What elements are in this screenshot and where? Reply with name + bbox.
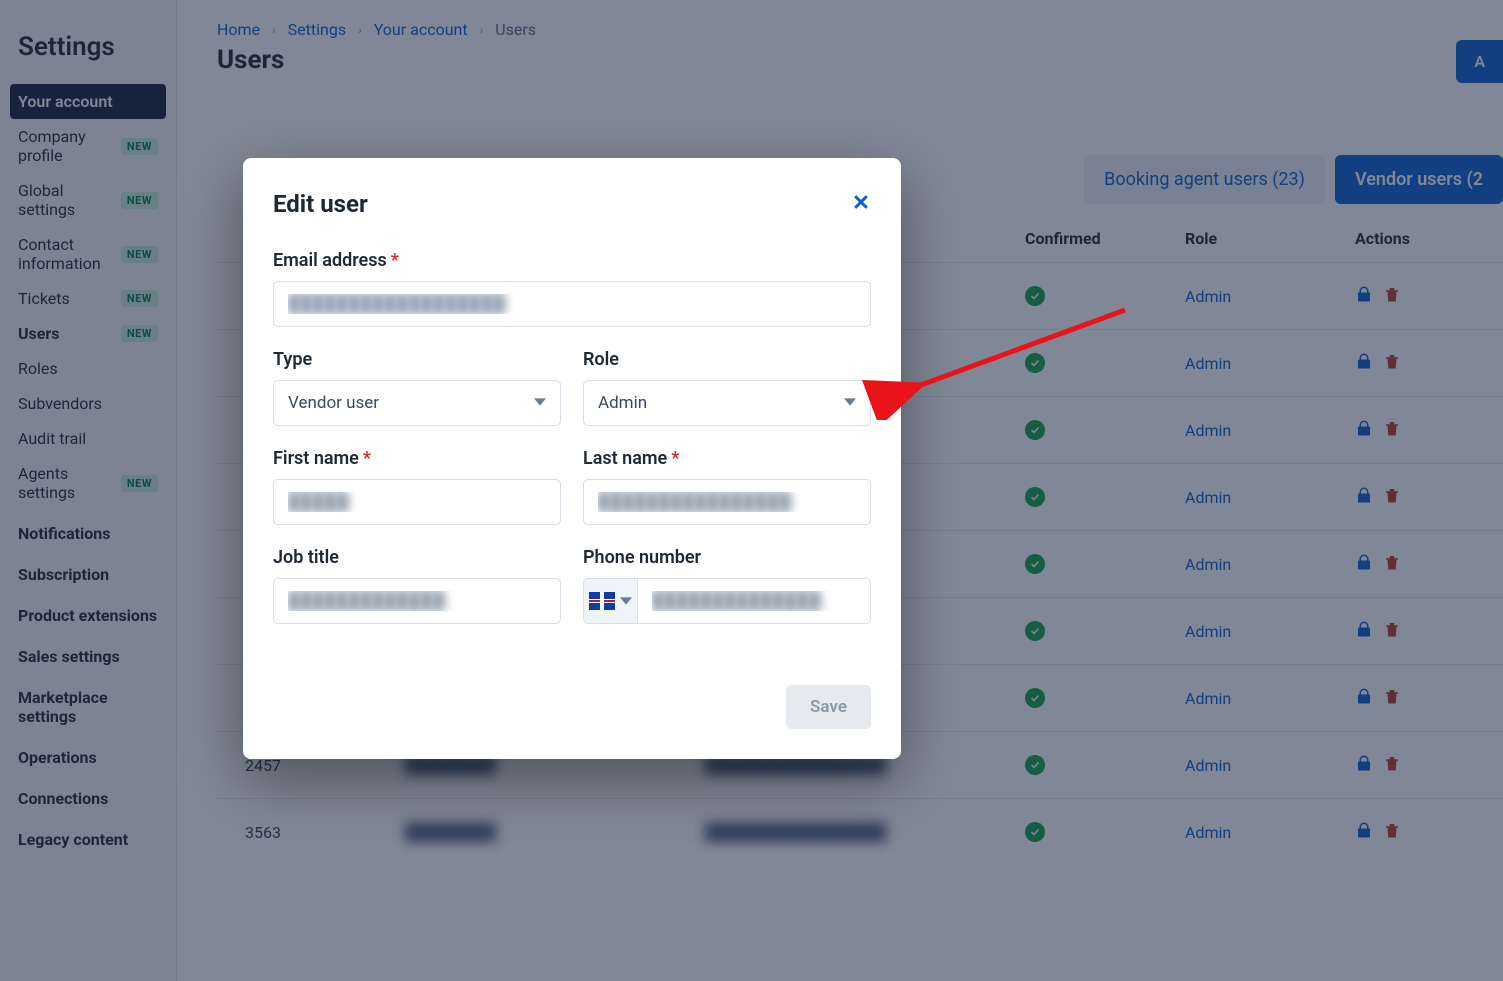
last-name-field[interactable]: [583, 479, 871, 525]
type-select[interactable]: Vendor user: [273, 380, 561, 426]
role-select-value: Admin: [598, 393, 647, 413]
save-button[interactable]: Save: [786, 685, 871, 729]
label-email: Email address*: [273, 250, 871, 271]
label-phone: Phone number: [583, 547, 871, 568]
caret-down-icon: [534, 393, 546, 413]
role-select[interactable]: Admin: [583, 380, 871, 426]
phone-field[interactable]: [638, 579, 870, 623]
label-job-title: Job title: [273, 547, 561, 568]
caret-down-icon: [620, 592, 632, 611]
job-title-field[interactable]: [273, 578, 561, 624]
email-field[interactable]: [273, 281, 871, 327]
uk-flag-icon: [589, 592, 615, 610]
type-select-value: Vendor user: [288, 393, 379, 413]
label-role: Role: [583, 349, 871, 370]
label-last-name: Last name*: [583, 448, 871, 469]
label-type: Type: [273, 349, 561, 370]
edit-user-dialog: Edit user Email address* Type Vendor use…: [243, 158, 901, 759]
phone-country-select[interactable]: [584, 579, 638, 623]
label-first-name: First name*: [273, 448, 561, 469]
first-name-field[interactable]: [273, 479, 561, 525]
caret-down-icon: [844, 393, 856, 413]
dialog-title: Edit user: [273, 190, 368, 218]
close-icon[interactable]: [851, 192, 871, 216]
